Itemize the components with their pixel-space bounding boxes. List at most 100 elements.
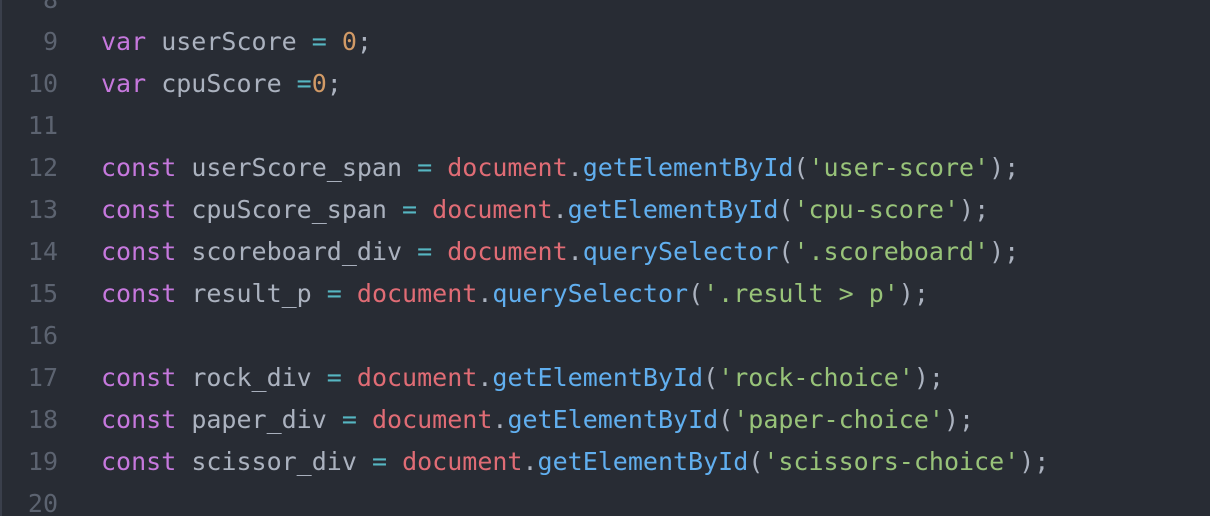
- code-line[interactable]: 20: [0, 483, 1210, 516]
- line-code[interactable]: var cpuScore =0;: [101, 63, 342, 105]
- code-line[interactable]: 15 const result_p = document.querySelecto…: [0, 273, 1210, 315]
- code-token-punctuation: (: [718, 405, 734, 434]
- code-token-function: getElementById: [492, 363, 704, 392]
- line-code[interactable]: const rock_div = document.getElementById…: [101, 357, 944, 399]
- code-line[interactable]: 13 const cpuScore_span = document.getElem…: [0, 189, 1210, 231]
- code-line[interactable]: 10 var cpuScore =0;: [0, 63, 1210, 105]
- line-code[interactable]: var userScore = 0;: [101, 21, 372, 63]
- code-token-object: document: [356, 279, 478, 308]
- code-token-variable: [417, 195, 432, 224]
- code-token-punctuation: .: [522, 447, 538, 476]
- code-token-punctuation: .: [552, 195, 568, 224]
- line-number: 12: [27, 153, 58, 182]
- line-code[interactable]: const result_p = document.querySelector(…: [101, 273, 929, 315]
- code-line[interactable]: 19 const scissor_div = document.getElemen…: [0, 441, 1210, 483]
- code-line[interactable]: 11: [0, 105, 1210, 147]
- code-token-variable: result_p: [176, 279, 327, 308]
- code-token-punctuation: );: [989, 153, 1020, 182]
- code-token-object: document: [356, 363, 478, 392]
- code-token-variable: [342, 279, 357, 308]
- code-token-variable: [432, 153, 447, 182]
- code-token-punctuation: );: [913, 363, 944, 392]
- code-token-punctuation: );: [898, 279, 929, 308]
- code-token-operator: =: [341, 405, 357, 434]
- code-token-punctuation: (: [778, 195, 794, 224]
- code-token-punctuation: .: [477, 279, 493, 308]
- code-line[interactable]: 17 const rock_div = document.getElementBy…: [0, 357, 1210, 399]
- code-token-function: getElementById: [507, 405, 719, 434]
- code-token-variable: userScore_span: [176, 153, 418, 182]
- code-line[interactable]: 12 const userScore_span = document.getEle…: [0, 147, 1210, 189]
- code-token-variable: [327, 27, 342, 56]
- code-token-operator: =: [371, 447, 387, 476]
- code-token-punctuation: .: [492, 405, 508, 434]
- code-token-function: getElementById: [567, 195, 779, 224]
- code-token-punctuation: .: [477, 363, 493, 392]
- line-number: 14: [27, 237, 58, 266]
- code-token-keyword: const: [101, 405, 177, 434]
- code-line[interactable]: 14 const scoreboard_div = document.queryS…: [0, 231, 1210, 273]
- code-token-punctuation: ;: [356, 27, 372, 56]
- code-token-keyword: const: [101, 153, 177, 182]
- code-token-operator: =: [417, 237, 433, 266]
- line-number: 17: [27, 363, 58, 392]
- code-token-string: '.result > p': [703, 279, 899, 308]
- code-token-string: 'cpu-score': [793, 195, 960, 224]
- line-code[interactable]: const cpuScore_span = document.getElemen…: [101, 189, 989, 231]
- code-token-punctuation: (: [778, 237, 794, 266]
- code-token-function: getElementById: [582, 153, 794, 182]
- code-token-operator: =: [311, 27, 327, 56]
- line-code[interactable]: const scoreboard_div = document.querySel…: [101, 231, 1019, 273]
- line-code[interactable]: const userScore_span = document.getEleme…: [101, 147, 1019, 189]
- line-number: 16: [27, 321, 58, 350]
- code-token-keyword: const: [101, 363, 177, 392]
- code-area[interactable]: 89var userScore = 0;10var cpuScore =0;11…: [0, 0, 1210, 516]
- code-token-variable: [342, 363, 357, 392]
- code-token-variable: paper_div: [176, 405, 342, 434]
- code-token-variable: cpuScore_span: [176, 195, 403, 224]
- code-line[interactable]: 9 var userScore = 0;: [0, 21, 1210, 63]
- code-token-function: getElementById: [537, 447, 749, 476]
- code-token-object: document: [371, 405, 493, 434]
- code-token-punctuation: (: [688, 279, 704, 308]
- code-token-punctuation: (: [703, 363, 719, 392]
- code-token-operator: =: [296, 69, 312, 98]
- code-line[interactable]: 18 const paper_div = document.getElementB…: [0, 399, 1210, 441]
- code-token-object: document: [447, 153, 568, 182]
- line-number: 10: [27, 69, 58, 98]
- code-token-keyword: const: [101, 447, 177, 476]
- code-token-function: querySelector: [492, 279, 689, 308]
- code-line[interactable]: 8: [0, 0, 1210, 21]
- code-token-number: 0: [311, 69, 327, 98]
- code-token-operator: =: [326, 279, 342, 308]
- code-token-punctuation: (: [793, 153, 809, 182]
- line-code[interactable]: const scissor_div = document.getElementB…: [101, 441, 1049, 483]
- code-token-punctuation: );: [989, 237, 1020, 266]
- code-token-variable: scissor_div: [176, 447, 372, 476]
- code-token-punctuation: ;: [326, 69, 342, 98]
- code-editor[interactable]: 89var userScore = 0;10var cpuScore =0;11…: [0, 0, 1210, 516]
- line-number: 13: [27, 195, 58, 224]
- line-number: 18: [27, 405, 58, 434]
- line-number: 8: [0, 0, 58, 21]
- code-token-string: 'paper-choice': [733, 405, 944, 434]
- code-token-punctuation: (: [748, 447, 764, 476]
- code-token-number: 0: [341, 27, 357, 56]
- code-token-variable: [387, 447, 402, 476]
- code-token-object: document: [447, 237, 568, 266]
- code-token-punctuation: );: [1019, 447, 1050, 476]
- code-token-operator: =: [326, 363, 342, 392]
- code-token-punctuation: );: [959, 195, 990, 224]
- code-line[interactable]: 16: [0, 315, 1210, 357]
- code-token-variable: cpuScore: [146, 69, 297, 98]
- code-token-string: '.scoreboard': [793, 237, 990, 266]
- code-token-keyword: const: [101, 195, 177, 224]
- code-token-string: 'rock-choice': [718, 363, 914, 392]
- code-token-punctuation: .: [567, 153, 583, 182]
- code-token-punctuation: .: [567, 237, 583, 266]
- line-number: 11: [27, 111, 58, 140]
- line-code[interactable]: const paper_div = document.getElementByI…: [101, 399, 974, 441]
- code-token-keyword: var: [101, 27, 147, 56]
- code-token-variable: scoreboard_div: [176, 237, 418, 266]
- line-number: 20: [27, 489, 58, 516]
